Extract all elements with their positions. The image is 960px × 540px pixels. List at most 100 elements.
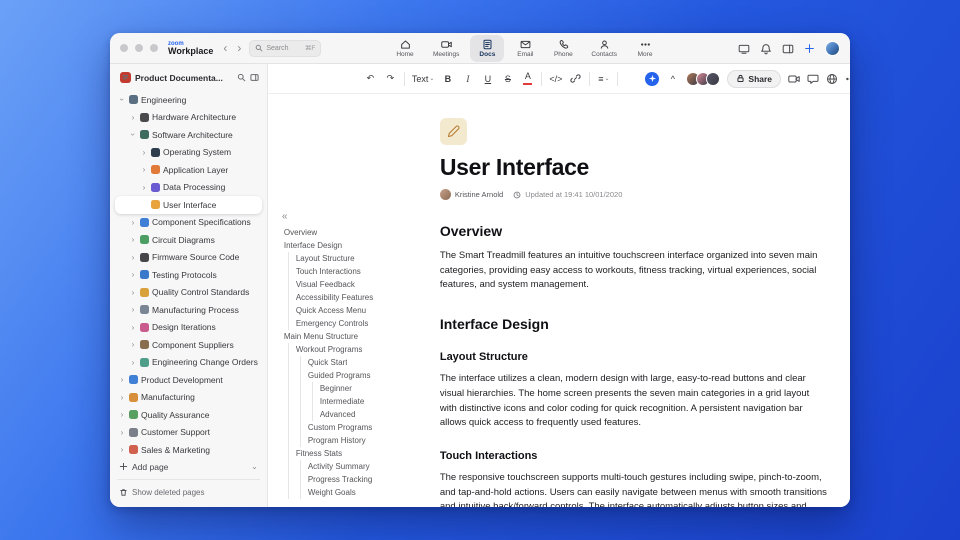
doc-heading[interactable]: Touch Interactions: [440, 450, 828, 462]
chevron-down-icon[interactable]: ›: [129, 131, 138, 139]
outline-item-quick-start[interactable]: Quick Start: [282, 356, 440, 369]
sidebar-item-firmware-source-code[interactable]: › Firmware Source Code: [115, 249, 262, 267]
italic-button[interactable]: I: [461, 70, 474, 88]
ai-companion[interactable]: [645, 71, 660, 86]
redo-button[interactable]: ↷: [384, 70, 397, 88]
chevron-right-icon[interactable]: ›: [129, 358, 137, 367]
chevron-right-icon[interactable]: ›: [129, 340, 137, 349]
doc-heading[interactable]: Overview: [440, 223, 828, 239]
outline-item-interface-design[interactable]: Interface Design: [282, 239, 440, 252]
sidebar-item-data-processing[interactable]: › Data Processing: [115, 179, 262, 197]
outline-item-overview[interactable]: Overview: [282, 226, 440, 239]
list-button[interactable]: ≡ ⌄: [597, 70, 610, 88]
sidebar-item-manufacturing[interactable]: › Manufacturing: [115, 389, 262, 407]
outline-item-workout-programs[interactable]: Workout Programs: [282, 343, 440, 356]
sidebar-item-software-architecture[interactable]: › Software Architecture: [115, 126, 262, 144]
outline-item-beginner[interactable]: Beginner: [282, 382, 440, 395]
sidebar-item-component-suppliers[interactable]: › Component Suppliers: [115, 336, 262, 354]
strikethrough-button[interactable]: S: [501, 70, 514, 88]
outline-item-intermediate[interactable]: Intermediate: [282, 395, 440, 408]
chevron-right-icon[interactable]: ›: [118, 375, 126, 384]
outline-item-accessibility-features[interactable]: Accessibility Features: [282, 291, 440, 304]
chevron-right-icon[interactable]: ›: [129, 113, 137, 122]
outline-item-touch-interactions[interactable]: Touch Interactions: [282, 265, 440, 278]
chevron-right-icon[interactable]: ›: [129, 235, 137, 244]
chevron-right-icon[interactable]: ›: [118, 410, 126, 419]
outline-item-guided-programs[interactable]: Guided Programs: [282, 369, 440, 382]
tab-docs[interactable]: Docs: [470, 35, 505, 62]
outline-item-emergency-controls[interactable]: Emergency Controls: [282, 317, 440, 330]
screen-share-icon[interactable]: [738, 43, 750, 55]
underline-button[interactable]: U: [481, 70, 494, 88]
sidebar-item-manufacturing-process[interactable]: › Manufacturing Process: [115, 301, 262, 319]
share-button[interactable]: Share: [727, 69, 782, 88]
chevron-right-icon[interactable]: ›: [129, 270, 137, 279]
chevron-right-icon[interactable]: ›: [129, 218, 137, 227]
sidebar-search-icon[interactable]: [237, 73, 246, 82]
user-avatar[interactable]: [825, 41, 840, 56]
outline-item-layout-structure[interactable]: Layout Structure: [282, 252, 440, 265]
chevron-right-icon[interactable]: ›: [118, 445, 126, 454]
sidebar-item-circuit-diagrams[interactable]: › Circuit Diagrams: [115, 231, 262, 249]
doc-paragraph[interactable]: The interface utilizes a clean, modern d…: [440, 372, 828, 431]
sidebar-item-operating-system[interactable]: › Operating System: [115, 144, 262, 162]
chevron-right-icon[interactable]: ›: [140, 165, 148, 174]
chevron-right-icon[interactable]: ›: [118, 393, 126, 402]
more-icon[interactable]: [845, 73, 850, 85]
collapse-toolbar-button[interactable]: ^: [666, 70, 679, 88]
collaborator-avatar[interactable]: [706, 71, 721, 86]
video-icon[interactable]: [788, 73, 800, 85]
comment-add[interactable]: [625, 70, 638, 88]
outline-item-advanced[interactable]: Advanced: [282, 408, 440, 421]
tab-meetings[interactable]: Meetings: [426, 35, 466, 62]
sidebar-item-sales-marketing[interactable]: › Sales & Marketing: [115, 441, 262, 458]
sidebar-item-engineering[interactable]: › Engineering: [115, 91, 262, 109]
outline-item-progress-tracking[interactable]: Progress Tracking: [282, 473, 440, 486]
sidebar-item-testing-protocols[interactable]: › Testing Protocols: [115, 266, 262, 284]
sidebar-item-component-specifications[interactable]: › Component Specifications: [115, 214, 262, 232]
back-button[interactable]: ‹: [223, 41, 227, 55]
sidebar-item-design-iterations[interactable]: › Design Iterations: [115, 319, 262, 337]
undo-button[interactable]: ↶: [364, 70, 377, 88]
chevron-right-icon[interactable]: ›: [140, 183, 148, 192]
global-search-input[interactable]: Search ⌘F: [249, 39, 322, 57]
sidebar-item-hardware-architecture[interactable]: › Hardware Architecture: [115, 109, 262, 127]
panel-toggle-icon[interactable]: [782, 43, 794, 55]
sidebar-panel-icon[interactable]: [250, 73, 259, 82]
code-button[interactable]: </>: [549, 70, 562, 88]
doc-heading[interactable]: Interface Design: [440, 316, 828, 332]
text-style-button[interactable]: Text ⌄: [412, 70, 435, 88]
sidebar-item-customer-support[interactable]: › Customer Support: [115, 424, 262, 442]
sidebar-item-product-development[interactable]: › Product Development: [115, 371, 262, 389]
outline-item-visual-feedback[interactable]: Visual Feedback: [282, 278, 440, 291]
minimize-button[interactable]: [135, 44, 143, 52]
chevron-right-icon[interactable]: ›: [129, 253, 137, 262]
sidebar-item-engineering-change-orders[interactable]: › Engineering Change Orders: [115, 354, 262, 372]
window-controls[interactable]: [120, 44, 158, 52]
doc-paragraph[interactable]: The responsive touchscreen supports mult…: [440, 471, 828, 507]
bell-icon[interactable]: [760, 43, 772, 55]
page-emoji-icon[interactable]: [439, 118, 467, 145]
outline-collapse-icon[interactable]: «: [282, 211, 288, 222]
show-deleted-pages-button[interactable]: Show deleted pages: [115, 484, 262, 501]
chevron-down-icon[interactable]: ›: [118, 96, 127, 104]
chevron-right-icon[interactable]: ›: [129, 323, 137, 332]
tab-contacts[interactable]: Contacts: [584, 35, 624, 62]
text-color-button[interactable]: A: [521, 70, 534, 88]
chevron-down-icon[interactable]: ⌄: [251, 462, 258, 471]
chevron-right-icon[interactable]: ›: [118, 428, 126, 437]
doc-heading[interactable]: Layout Structure: [440, 351, 828, 363]
outline-item-program-history[interactable]: Program History: [282, 434, 440, 447]
chevron-right-icon[interactable]: ›: [129, 288, 137, 297]
add-page-button[interactable]: Add page ⌄: [115, 458, 262, 475]
zoom-button[interactable]: [150, 44, 158, 52]
outline-item-activity-summary[interactable]: Activity Summary: [282, 460, 440, 473]
comment-icon[interactable]: [807, 73, 819, 85]
chevron-right-icon[interactable]: ›: [140, 148, 148, 157]
chevron-right-icon[interactable]: ›: [129, 305, 137, 314]
link[interactable]: [569, 70, 582, 88]
forward-button[interactable]: ›: [237, 41, 241, 55]
outline-item-quick-access-menu[interactable]: Quick Access Menu: [282, 304, 440, 317]
bold-button[interactable]: B: [441, 70, 454, 88]
sidebar-item-quality-control-standards[interactable]: › Quality Control Standards: [115, 284, 262, 302]
